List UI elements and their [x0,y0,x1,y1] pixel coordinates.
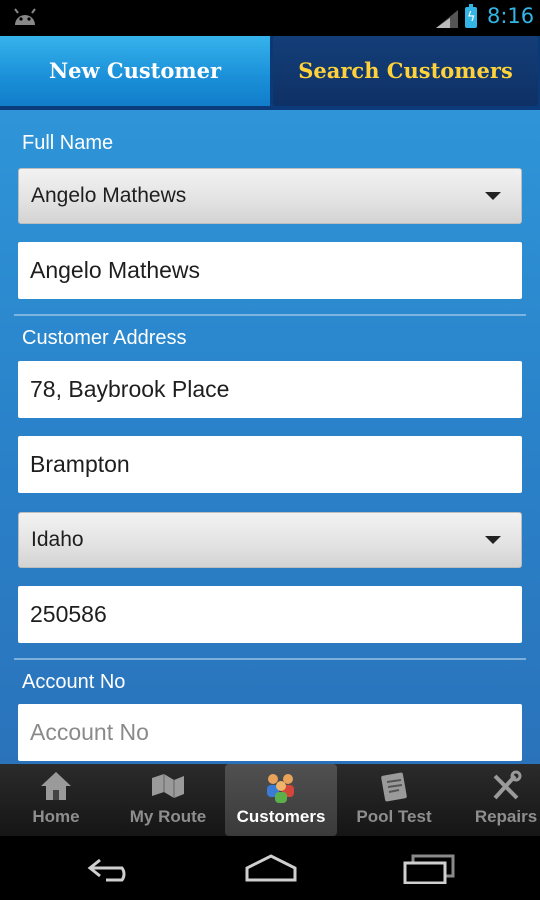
section-divider [14,658,526,660]
clock: 8:16 [487,4,535,28]
bottom-tab-bar: Home My Route Customers Pool Test Repair… [0,764,540,836]
status-bar: ϟ 8:16 [0,0,540,36]
tab-search-customers[interactable]: Search Customers [273,36,538,106]
section-divider [14,314,526,316]
customers-icon [261,770,301,808]
bottom-tab-pool-test[interactable]: Pool Test [338,764,450,836]
zip-code-field[interactable]: 250586 [18,586,522,643]
bottom-tab-label: Repairs [474,807,538,826]
customer-form: Full Name Angelo Mathews Angelo Mathews … [0,110,540,764]
bottom-tab-label: Customers [236,807,326,826]
back-icon[interactable] [86,854,138,886]
bottom-tab-home[interactable]: Home [0,764,112,836]
full-name-label: Full Name [22,132,114,154]
bottom-tab-label: Pool Test [356,807,432,826]
city-field[interactable]: Brampton [18,436,522,493]
home-nav-icon[interactable] [244,854,298,886]
recents-icon[interactable] [403,854,455,888]
top-tab-bar: New Customer Search Customers [0,36,540,110]
bottom-tab-customers[interactable]: Customers [225,764,337,836]
navigation-bar [0,836,540,900]
pool-test-icon [377,770,411,806]
state-dropdown[interactable]: Idaho [18,512,522,568]
street-address-field[interactable]: 78, Baybrook Place [18,361,522,418]
account-no-field[interactable]: Account No [18,704,522,761]
home-icon [39,770,73,806]
customer-name-dropdown-value: Angelo Mathews [31,184,187,207]
route-icon [148,770,188,804]
bottom-tab-repairs[interactable]: Repairs [450,764,540,836]
chevron-down-icon [485,536,501,544]
bottom-tab-my-route[interactable]: My Route [112,764,224,836]
repairs-icon [489,770,523,806]
state-dropdown-value: Idaho [31,528,84,551]
bottom-tab-label: My Route [129,807,207,826]
tab-new-customer[interactable]: New Customer [0,36,270,106]
chevron-down-icon [485,192,501,200]
customer-name-dropdown[interactable]: Angelo Mathews [18,168,522,224]
full-name-field[interactable]: Angelo Mathews [18,242,522,299]
signal-icon [436,10,458,32]
account-no-label: Account No [22,671,126,693]
battery-charging-icon: ϟ [465,4,477,28]
bottom-tab-label: Home [32,807,80,826]
android-icon [12,8,38,30]
customer-address-label: Customer Address [22,327,187,349]
